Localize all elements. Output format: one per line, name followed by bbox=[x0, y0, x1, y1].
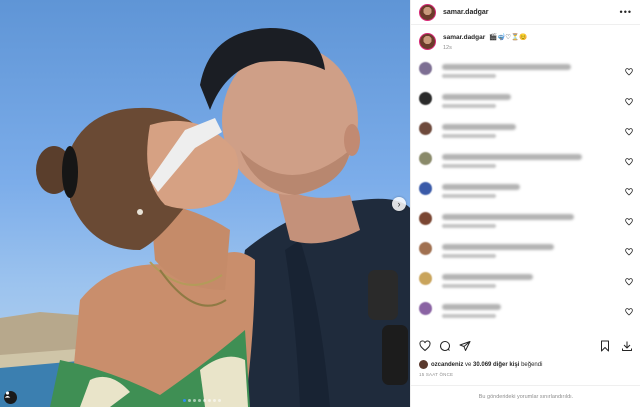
comment-body bbox=[442, 272, 625, 288]
avatar[interactable] bbox=[419, 33, 436, 50]
comment-body bbox=[442, 92, 625, 108]
carousel-dot bbox=[203, 399, 206, 402]
comment-row bbox=[411, 178, 640, 208]
comment-row bbox=[411, 88, 640, 118]
comment-text-blurred bbox=[442, 94, 511, 100]
bookmark-icon[interactable] bbox=[599, 340, 611, 352]
comment-meta-blurred bbox=[442, 164, 496, 168]
comment-text-blurred bbox=[442, 184, 520, 190]
comment-meta-blurred bbox=[442, 224, 496, 228]
comment-meta-blurred bbox=[442, 284, 496, 288]
comment-row bbox=[411, 148, 640, 178]
avatar[interactable] bbox=[419, 122, 432, 135]
comment-row bbox=[411, 238, 640, 268]
user-tag-button[interactable] bbox=[4, 391, 17, 404]
comment-like-heart-icon[interactable] bbox=[625, 158, 633, 166]
comments-list bbox=[411, 58, 640, 328]
caption-time: 12s bbox=[443, 45, 452, 51]
comment-text-blurred bbox=[442, 64, 571, 70]
comment-row bbox=[411, 58, 640, 88]
comment-row bbox=[411, 118, 640, 148]
avatar[interactable] bbox=[419, 182, 432, 195]
comment-like-heart-icon[interactable] bbox=[625, 68, 633, 76]
post-timestamp[interactable]: 15 SAAT ÖNCE bbox=[419, 372, 453, 377]
caption-username[interactable]: samar.dadgar bbox=[443, 34, 485, 41]
comment-body bbox=[442, 152, 625, 168]
comment-like-heart-icon[interactable] bbox=[625, 308, 633, 316]
comment-text-blurred bbox=[442, 124, 516, 130]
comment-row bbox=[411, 268, 640, 298]
comment-body bbox=[442, 302, 625, 318]
share-icon[interactable] bbox=[459, 340, 471, 352]
user-tag-icon bbox=[4, 391, 11, 398]
more-options-icon[interactable]: ••• bbox=[620, 7, 632, 17]
avatar[interactable] bbox=[419, 62, 432, 75]
download-icon[interactable] bbox=[621, 340, 633, 352]
carousel-dot bbox=[208, 399, 211, 402]
post-photo[interactable]: › bbox=[0, 0, 410, 407]
carousel-indicator bbox=[183, 399, 221, 402]
comment-icon[interactable] bbox=[439, 340, 451, 352]
avatar[interactable] bbox=[419, 242, 432, 255]
carousel-next-button[interactable]: › bbox=[392, 197, 406, 211]
carousel-dot bbox=[188, 399, 191, 402]
likes-suffix: beğendi bbox=[521, 361, 543, 368]
comment-like-heart-icon[interactable] bbox=[625, 248, 633, 256]
comment-text-blurred bbox=[442, 154, 582, 160]
avatar[interactable] bbox=[419, 3, 436, 21]
comment-body bbox=[442, 122, 625, 138]
post-side-panel: samar.dadgar ••• samar.dadgar 🎬🤿♡⏳😊 12s bbox=[410, 0, 640, 407]
comment-body bbox=[442, 242, 625, 258]
chevron-right-icon: › bbox=[397, 198, 401, 209]
carousel-dot bbox=[193, 399, 196, 402]
action-bar bbox=[411, 337, 640, 355]
comment-text-blurred bbox=[442, 244, 554, 250]
comment-like-heart-icon[interactable] bbox=[625, 188, 633, 196]
comment-text-blurred bbox=[442, 274, 533, 280]
avatar[interactable] bbox=[419, 152, 432, 165]
likes-summary: ozcandeniz ve 30.069 diğer kişi beğendi bbox=[419, 360, 542, 369]
comment-meta-blurred bbox=[442, 134, 496, 138]
comment-meta-blurred bbox=[442, 194, 496, 198]
comment-text-blurred bbox=[442, 304, 501, 310]
carousel-dot bbox=[198, 399, 201, 402]
comment-like-heart-icon[interactable] bbox=[625, 218, 633, 226]
photo-illustration bbox=[0, 28, 410, 407]
comment-body bbox=[442, 182, 625, 198]
comment-meta-blurred bbox=[442, 254, 496, 258]
comment-text-blurred bbox=[442, 214, 574, 220]
comment-like-heart-icon[interactable] bbox=[625, 128, 633, 136]
avatar[interactable] bbox=[419, 212, 432, 225]
comment-meta-blurred bbox=[442, 74, 496, 78]
carousel-dot bbox=[213, 399, 216, 402]
post-header: samar.dadgar ••• bbox=[411, 0, 640, 25]
comment-meta-blurred bbox=[442, 314, 496, 318]
likes-connector: ve bbox=[465, 361, 472, 368]
avatar[interactable] bbox=[419, 302, 432, 315]
comment-body bbox=[442, 62, 625, 78]
comment-like-heart-icon[interactable] bbox=[625, 98, 633, 106]
avatar[interactable] bbox=[419, 360, 428, 369]
comment-row bbox=[411, 298, 640, 328]
avatar[interactable] bbox=[419, 272, 432, 285]
carousel-dot bbox=[183, 399, 186, 402]
carousel-dot bbox=[218, 399, 221, 402]
likes-user[interactable]: ozcandeniz bbox=[431, 362, 463, 368]
comment-meta-blurred bbox=[442, 104, 496, 108]
comment-row bbox=[411, 208, 640, 238]
comments-disabled-notice: Bu gönderideki yorumlar sınırlandırıldı. bbox=[411, 385, 640, 407]
likes-count[interactable]: 30.069 diğer kişi bbox=[473, 362, 519, 368]
heart-icon[interactable] bbox=[419, 340, 431, 352]
header-username[interactable]: samar.dadgar bbox=[443, 9, 489, 16]
comment-body bbox=[442, 212, 625, 228]
avatar[interactable] bbox=[419, 92, 432, 105]
caption-emojis: 🎬🤿♡⏳😊 bbox=[489, 34, 528, 41]
comment-like-heart-icon[interactable] bbox=[625, 278, 633, 286]
